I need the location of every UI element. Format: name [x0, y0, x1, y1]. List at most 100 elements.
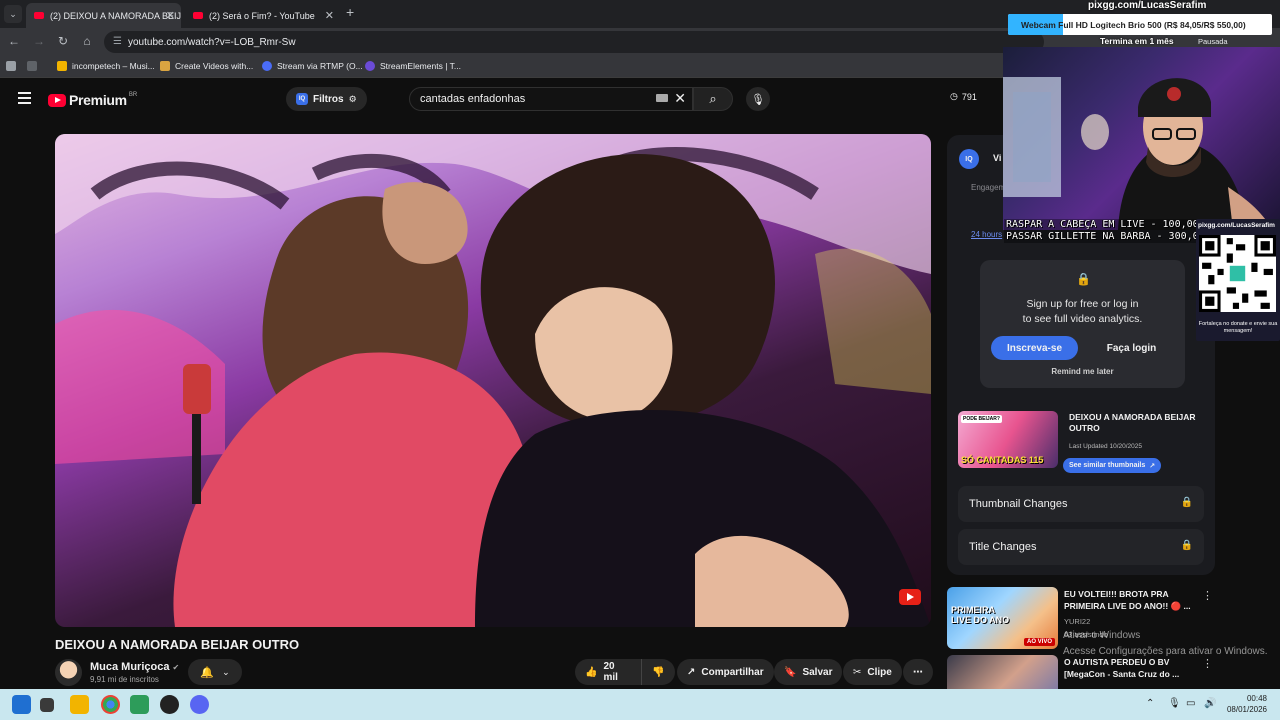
lock-icon: 🔒 [1076, 272, 1091, 286]
windows-start-icon[interactable] [12, 695, 31, 714]
chevron-up-icon[interactable]: ⌃ [1146, 698, 1154, 709]
bookmark-label: incompetech – Musi... [72, 61, 155, 71]
back-arrow-icon[interactable]: ← [6, 34, 22, 48]
qr-overlay: pixgg.com/LucasSerafim Fortaleça no dona… [1196, 219, 1280, 341]
analytics-lock-card: 🔒 Sign up for free or log in to see full… [980, 260, 1185, 388]
scissors-icon: ✂ [853, 666, 862, 678]
video-title: DEIXOU A NAMORADA BEIJAR OUTRO [55, 637, 300, 652]
watermark-line: Acesse Configurações para ativar o Windo… [1063, 646, 1268, 657]
forward-arrow-icon[interactable]: → [31, 34, 47, 48]
url-field[interactable]: ☰ youtube.com/watch?v=-LOB_Rmr-Sw [104, 31, 1044, 53]
bookmark-incompetech[interactable]: incompetech – Musi... [57, 61, 155, 71]
price-line: PASSAR GILLETTE NA BARBA - 300,00 [1006, 231, 1205, 242]
clip-button[interactable]: ✂ Clipe [843, 659, 902, 685]
bookmark-create-videos[interactable]: Create Videos with... [160, 61, 253, 71]
external-link-icon: ↗ [1149, 462, 1156, 470]
microphone-icon: 🎙 [751, 93, 765, 106]
youtube-watermark-icon [899, 589, 921, 605]
tab-label: (2) Será o Fim? - YouTube [209, 10, 315, 21]
more-icon: ⋯ [913, 666, 923, 678]
recommended-thumbnail[interactable]: PRIMEIRA LIVE DO ANO AO VIVO [947, 587, 1058, 649]
recommended-thumbnail[interactable] [947, 655, 1058, 689]
file-explorer-icon[interactable] [70, 695, 89, 714]
channel-name[interactable]: Muca Muriçoca ✔ [90, 661, 179, 673]
share-button[interactable]: ↗ Compartilhar [677, 659, 774, 685]
vidiq-logo-icon[interactable]: IQ [959, 149, 979, 169]
windows-taskbar: ⌃ 🎙 ▭ 🔊 00:48 08/01/2026 [0, 689, 1280, 720]
tab-active[interactable]: (2) DEIXOU A NAMORADA BEIJAR ✕ [26, 3, 181, 28]
volume-icon[interactable]: 🔊 [1204, 698, 1216, 709]
search-input[interactable]: cantadas enfadonhas ✕ [409, 87, 693, 111]
title-changes-label: Title Changes [969, 541, 1037, 553]
similar-thumbnails-button[interactable]: See similar thumbnails ↗ [1063, 458, 1162, 473]
bookmark-streamelements[interactable]: StreamElements | T... [365, 61, 461, 71]
tab-inactive[interactable]: (2) Será o Fim? - YouTube ✕ [185, 3, 340, 28]
youtube-logo[interactable]: Premium BR [48, 92, 137, 108]
grid-icon[interactable] [27, 61, 42, 71]
more-icon[interactable]: ⋮ [1202, 589, 1213, 602]
save-button[interactable]: 🔖 Salvar [774, 659, 843, 685]
new-tab-button[interactable]: + [346, 4, 354, 20]
home-icon[interactable]: ⌂ [79, 34, 95, 48]
keyboard-icon[interactable] [656, 94, 668, 102]
lock-message: Sign up for free or log in to see full v… [980, 297, 1185, 327]
clear-search-icon[interactable]: ✕ [674, 90, 686, 107]
close-tab-icon[interactable]: ✕ [325, 9, 334, 22]
qr-url: pixgg.com/LucasSerafim [1198, 222, 1275, 229]
recommended-video[interactable]: O AUTISTA PERDEU O BV [MegaCon - Santa C… [947, 655, 1227, 689]
last-updated: Last Updated 10/20/2025 [1069, 443, 1143, 450]
lock-message-line: to see full video analytics. [1022, 313, 1143, 325]
recommended-title: O AUTISTA PERDEU O BV [MegaCon - Santa C… [1064, 657, 1180, 679]
channel-name-text: Muca Muriçoca [90, 661, 170, 673]
filters-button[interactable]: IQ Filtros ⚙ [286, 87, 367, 111]
reload-icon[interactable]: ↻ [55, 34, 71, 48]
thumbnail-changes-label: Thumbnail Changes [969, 498, 1068, 510]
sliders-icon: ⚙ [348, 93, 357, 104]
microphone-icon[interactable]: 🎙 [1168, 698, 1181, 709]
remind-later-link[interactable]: Remind me later [980, 367, 1185, 376]
more-actions-button[interactable]: ⋯ [903, 659, 933, 685]
site-info-icon[interactable]: ☰ [113, 36, 122, 47]
vidiq-tab[interactable]: Vi [993, 153, 1001, 163]
video-player[interactable] [55, 134, 931, 627]
app-icon[interactable] [130, 695, 149, 714]
thumbnail-badge: PODE BEIJAR? [961, 415, 1002, 423]
signup-button[interactable]: Inscreva-se [991, 336, 1078, 360]
channel-row: Muca Muriçoca ✔ 9,91 mi de inscritos 🔔 ⌄ … [55, 658, 935, 686]
bookmark-icon: 🔖 [784, 666, 797, 678]
task-view-icon[interactable] [40, 698, 54, 712]
bookmark-stream-rtmp[interactable]: Stream via RTMP (O... [262, 61, 363, 71]
tab-search-button[interactable]: ⌄ [4, 5, 22, 23]
thumbnail-image[interactable]: PODE BEIJAR? SÓ CANTADAS 115 [958, 411, 1058, 468]
views-count: 791 [961, 91, 977, 102]
notifications-button[interactable]: 🔔 ⌄ [188, 659, 242, 685]
network-icon[interactable]: ▭ [1186, 698, 1195, 709]
discord-icon[interactable] [190, 695, 209, 714]
apps-icon[interactable] [6, 61, 21, 71]
browser-profile-status[interactable]: Pausada [1198, 37, 1228, 46]
watermark-line: Ativar o Windows [1063, 630, 1141, 641]
system-clock[interactable]: 00:48 08/01/2026 [1225, 693, 1267, 715]
subscriber-count: 9,91 mi de inscritos [90, 675, 159, 684]
country-code: BR [128, 92, 138, 98]
range-label[interactable]: 24 hours [971, 230, 1002, 239]
goal-banner: Webcam Full HD Logitech Brio 500 (R$ 84,… [1008, 14, 1272, 35]
youtube-favicon-icon [34, 12, 44, 19]
chrome-icon[interactable] [101, 695, 120, 714]
dislike-button[interactable]: 👎 [641, 659, 675, 685]
close-tab-icon[interactable]: ✕ [166, 9, 175, 22]
bookmark-favicon-icon [262, 61, 272, 71]
obs-icon[interactable] [160, 695, 179, 714]
lock-icon: 🔒 [1180, 540, 1193, 551]
stream-overlay-text: Termina em 1 mês [1100, 36, 1174, 46]
thumbnail-changes-row[interactable]: Thumbnail Changes 🔒 [958, 486, 1204, 522]
voice-search-button[interactable]: 🎙 [746, 87, 770, 111]
login-button[interactable]: Faça login [1088, 336, 1175, 360]
bookmark-label: Create Videos with... [175, 61, 254, 71]
menu-icon[interactable] [18, 92, 31, 104]
search-button[interactable]: ⌕ [693, 87, 733, 111]
overlay-url: pixgg.com/LucasSerafim [1088, 0, 1207, 11]
title-changes-row[interactable]: Title Changes 🔒 [958, 529, 1204, 565]
channel-avatar[interactable] [55, 659, 82, 686]
like-button[interactable]: 👍 20 mil [575, 659, 641, 685]
